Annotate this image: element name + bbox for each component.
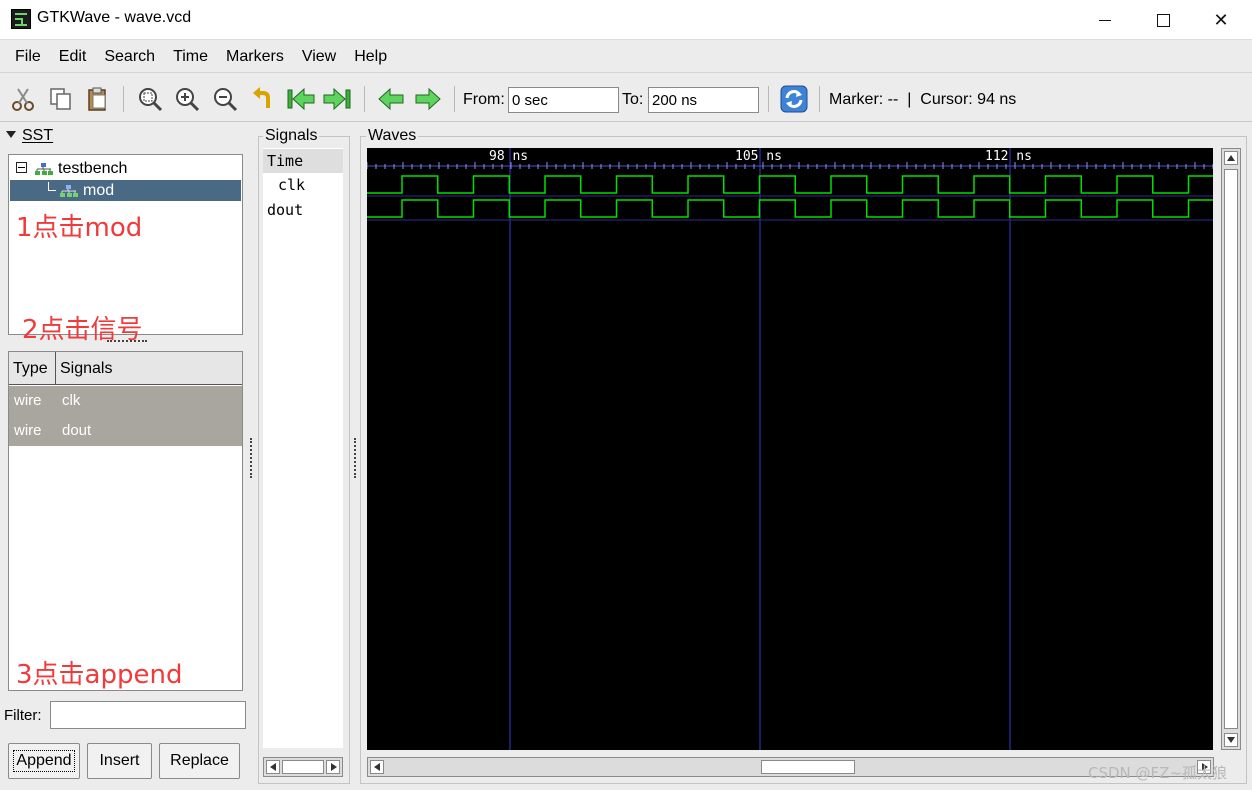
signal-name: clk xyxy=(62,392,81,409)
time-label: 98 ns xyxy=(489,149,528,164)
insert-button[interactable]: Insert xyxy=(87,743,152,779)
time-label: 105 ns xyxy=(735,149,782,164)
scroll-down-icon[interactable] xyxy=(1224,733,1238,747)
tree-item-mod[interactable]: mod xyxy=(10,180,241,201)
gtkwave-app-icon xyxy=(11,9,31,29)
menu-file[interactable]: File xyxy=(6,44,50,70)
signal-row-time[interactable]: Time xyxy=(263,149,343,173)
pane-splitter[interactable] xyxy=(107,340,147,344)
annotation-step-1: 1点击mod xyxy=(16,213,143,243)
from-input[interactable] xyxy=(508,87,619,113)
next-edge-icon[interactable] xyxy=(413,84,443,114)
menu-edit[interactable]: Edit xyxy=(50,44,96,70)
tree-expander-icon[interactable] xyxy=(16,162,27,173)
scroll-thumb[interactable] xyxy=(1224,169,1238,729)
minimize-button[interactable] xyxy=(1076,0,1134,40)
scroll-up-icon[interactable] xyxy=(1224,151,1238,165)
append-label: Append xyxy=(13,750,75,772)
jump-start-icon[interactable] xyxy=(286,84,316,114)
maximize-button[interactable] xyxy=(1134,0,1192,40)
table-row[interactable]: wire clk xyxy=(9,386,242,416)
annotation-step-3: 3点击append xyxy=(16,660,183,690)
window-title: GTKWave - wave.vcd xyxy=(37,9,192,26)
waveform-clk[interactable] xyxy=(367,175,1213,194)
signals-list: Time clk dout xyxy=(263,148,343,748)
collapse-arrow-icon xyxy=(6,131,16,138)
signal-name: dout xyxy=(62,422,92,439)
menu-search[interactable]: Search xyxy=(95,44,164,70)
scroll-thumb[interactable] xyxy=(282,760,324,774)
close-button[interactable]: ✕ xyxy=(1192,0,1250,40)
table-row[interactable]: wire dout xyxy=(9,416,242,446)
reload-icon[interactable] xyxy=(779,84,809,114)
zoom-out-icon[interactable] xyxy=(210,84,240,114)
csdn-watermark: CSDN @FZ~孤太狼 xyxy=(1088,764,1228,782)
filter-input[interactable] xyxy=(50,701,246,729)
wave-display[interactable]: 98 ns 105 ns 112 ns xyxy=(367,148,1213,750)
signals-horizontal-scrollbar[interactable] xyxy=(263,757,343,777)
signal-type: wire xyxy=(14,422,42,439)
prev-edge-icon[interactable] xyxy=(376,84,406,114)
hierarchy-icon xyxy=(34,158,58,179)
hierarchy-tree: testbench mod xyxy=(8,154,243,335)
menu-time[interactable]: Time xyxy=(164,44,217,70)
cut-icon[interactable] xyxy=(8,84,38,114)
toolbar: From: To: Marker: -- | Cursor: 94 ns xyxy=(0,76,1252,122)
zoom-fit-icon[interactable] xyxy=(135,84,165,114)
tree-item-testbench[interactable]: testbench xyxy=(10,158,241,179)
waves-panel-title: Waves xyxy=(366,127,419,145)
to-label: To: xyxy=(622,91,644,108)
signal-row-dout[interactable]: dout xyxy=(263,198,343,222)
menu-view[interactable]: View xyxy=(293,44,345,70)
zoom-in-icon[interactable] xyxy=(172,84,202,114)
sst-expander[interactable]: SST xyxy=(6,127,53,145)
undo-icon[interactable] xyxy=(248,84,278,114)
signal-type: wire xyxy=(14,392,42,409)
waves-vertical-scrollbar[interactable] xyxy=(1221,148,1241,750)
tree-label-testbench: testbench xyxy=(58,160,128,177)
title-bar: GTKWave - wave.vcd ✕ xyxy=(0,0,1252,40)
replace-button[interactable]: Replace xyxy=(159,743,240,779)
scroll-left-icon[interactable] xyxy=(370,760,384,774)
jump-end-icon[interactable] xyxy=(322,84,352,114)
pane-splitter[interactable] xyxy=(354,438,357,478)
menu-markers[interactable]: Markers xyxy=(217,44,293,70)
copy-icon[interactable] xyxy=(46,84,76,114)
scroll-left-icon[interactable] xyxy=(266,760,280,774)
signal-row-clk[interactable]: clk xyxy=(263,173,343,197)
hierarchy-icon xyxy=(59,180,83,201)
waveform-dout[interactable] xyxy=(367,199,1213,218)
filter-label: Filter: xyxy=(4,707,42,724)
waves-horizontal-scrollbar[interactable] xyxy=(367,757,1214,777)
append-button[interactable]: Append xyxy=(8,743,80,779)
sst-title: SST xyxy=(22,127,54,144)
time-label: 112 ns xyxy=(985,149,1032,164)
scroll-thumb[interactable] xyxy=(761,760,855,774)
tree-label-mod: mod xyxy=(83,182,115,199)
paste-icon[interactable] xyxy=(83,84,113,114)
menu-help[interactable]: Help xyxy=(345,44,396,70)
signals-table-header: Type Signals xyxy=(9,352,242,385)
to-input[interactable] xyxy=(648,87,759,113)
pane-splitter[interactable] xyxy=(250,438,253,478)
scroll-right-icon[interactable] xyxy=(326,760,340,774)
column-header-signals[interactable]: Signals xyxy=(56,352,242,385)
menu-bar: File Edit Search Time Markers View Help xyxy=(0,41,1252,73)
signals-panel-title: Signals xyxy=(263,127,320,145)
column-header-type[interactable]: Type xyxy=(9,352,56,385)
from-label: From: xyxy=(463,91,505,108)
signals-table: Type Signals wire clk wire dout xyxy=(8,351,243,691)
marker-cursor-readout: Marker: -- | Cursor: 94 ns xyxy=(829,91,1017,108)
